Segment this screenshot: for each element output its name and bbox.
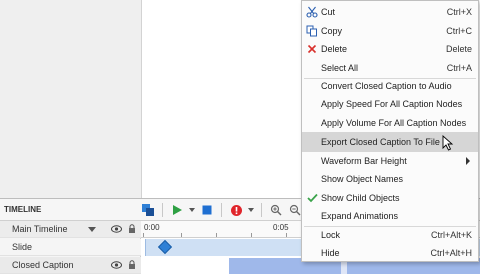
timeline-track-list: Main Timeline Slide Closed Caption (0, 221, 141, 274)
menu-item-label: Lock (321, 230, 341, 240)
ruler-tick (216, 233, 217, 237)
ruler-tick (143, 233, 144, 237)
menu-item-delete[interactable]: Delete Delete (302, 39, 478, 59)
toolbar-separator (261, 203, 262, 217)
chevron-down-icon[interactable] (88, 227, 96, 232)
zoom-in-icon[interactable] (268, 202, 284, 218)
menu-item-label: Hide (321, 248, 340, 258)
eye-icon[interactable] (111, 225, 122, 235)
ruler-tick (181, 233, 182, 237)
eye-icon[interactable] (111, 261, 122, 271)
menu-item-hide[interactable]: Hide Ctrl+Alt+H (302, 243, 478, 263)
menu-item-waveform-bar-height[interactable]: Waveform Bar Height (302, 151, 478, 171)
toolbar-separator (221, 203, 222, 217)
menu-item-shortcut: Ctrl+X (446, 7, 472, 17)
track-label: Slide (12, 242, 33, 252)
menu-item-expand-animations[interactable]: Expand Animations (302, 206, 478, 226)
delete-x-icon (306, 43, 318, 55)
menu-item-label: Waveform Bar Height (321, 156, 407, 166)
ruler-tick (251, 233, 252, 237)
menu-item-shortcut: Delete (445, 44, 472, 54)
timeline-toolbar (140, 201, 303, 219)
menu-item-copy[interactable]: Copy Ctrl+C (302, 21, 478, 41)
menu-item-convert-caption-to-audio[interactable]: Convert Closed Caption to Audio (302, 76, 478, 96)
menu-item-label: Convert Closed Caption to Audio (321, 81, 452, 91)
menu-item-cut[interactable]: Cut Ctrl+X (302, 2, 478, 22)
lock-icon[interactable] (128, 224, 136, 236)
toolbar-separator (162, 203, 163, 217)
menu-item-apply-volume[interactable]: Apply Volume For All Caption Nodes (302, 113, 478, 133)
menu-item-shortcut: Ctrl+C (446, 26, 472, 36)
menu-item-export-caption[interactable]: Export Closed Caption To File (302, 132, 478, 152)
track-label: Main Timeline (12, 224, 68, 234)
menu-item-shortcut: Ctrl+A (446, 63, 472, 73)
menu-item-label: Expand Animations (321, 211, 399, 221)
lock-icon[interactable] (128, 260, 136, 272)
keyframe-diamond-icon[interactable] (157, 239, 173, 255)
ruler-label-start: 0:00 (144, 223, 160, 232)
ruler-label-mark: 0:05 (273, 223, 289, 232)
menu-item-select-all[interactable]: Select All Ctrl+A (302, 58, 478, 78)
menu-item-show-child-objects[interactable]: Show Child Objects (302, 188, 478, 208)
menu-item-label: Cut (321, 7, 336, 17)
play-dropdown-icon[interactable] (188, 202, 196, 218)
submenu-arrow-icon (466, 157, 470, 165)
menu-item-label: Export Closed Caption To File (321, 137, 440, 147)
checkmark-icon (306, 192, 318, 204)
menu-item-lock[interactable]: Lock Ctrl+Alt+K (302, 225, 478, 245)
menu-item-label: Apply Speed For All Caption Nodes (321, 99, 463, 109)
record-icon[interactable] (228, 202, 244, 218)
ruler-tick (286, 233, 287, 237)
menu-item-shortcut: Ctrl+Alt+K (430, 230, 472, 240)
layers-icon[interactable] (140, 202, 156, 218)
play-icon[interactable] (169, 202, 185, 218)
menu-item-label: Apply Volume For All Caption Nodes (321, 118, 467, 128)
menu-item-label: Show Object Names (321, 174, 404, 184)
timeline-title: TIMELINE (4, 205, 42, 214)
track-row-closed-caption[interactable]: Closed Caption (0, 257, 141, 274)
menu-item-label: Copy (321, 26, 343, 36)
record-dropdown-icon[interactable] (247, 202, 255, 218)
track-row-main-timeline[interactable]: Main Timeline (0, 221, 141, 238)
copy-icon (306, 25, 318, 37)
menu-item-label: Delete (321, 44, 348, 54)
menu-item-apply-speed[interactable]: Apply Speed For All Caption Nodes (302, 94, 478, 114)
track-row-slide[interactable]: Slide (0, 239, 141, 256)
stop-icon[interactable] (199, 202, 215, 218)
menu-item-show-object-names[interactable]: Show Object Names (302, 169, 478, 189)
menu-item-label: Show Child Objects (321, 193, 400, 203)
menu-item-shortcut: Ctrl+Alt+H (430, 248, 472, 258)
context-menu: Cut Ctrl+X Copy Ctrl+C Delete Delete Sel… (301, 0, 479, 262)
track-label: Closed Caption (12, 260, 74, 270)
menu-item-label: Select All (321, 63, 359, 73)
scissors-icon (306, 6, 318, 18)
